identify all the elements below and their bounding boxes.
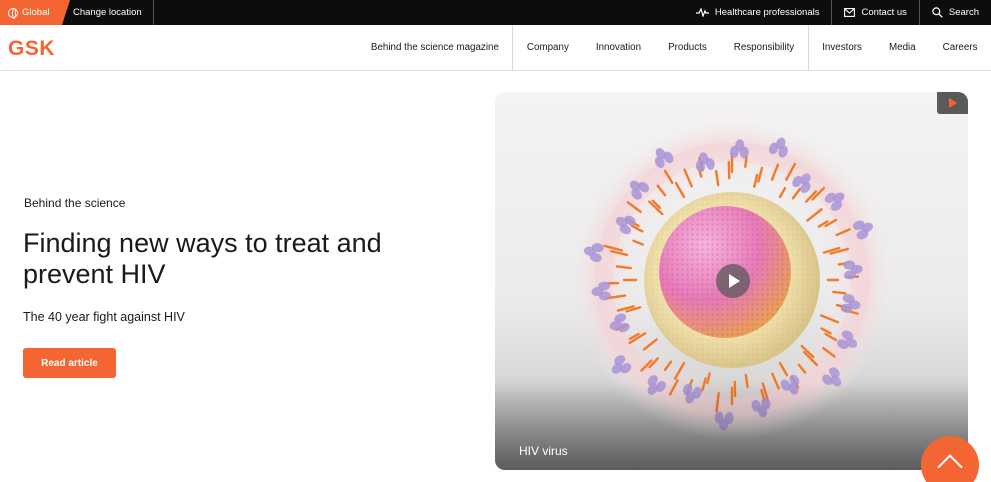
gsk-logo[interactable]: GSK xyxy=(8,37,55,61)
main-navigation: GSK Behind the science magazine Company … xyxy=(0,25,991,71)
utility-bar: Global Change location Healthcare profes… xyxy=(0,0,991,25)
nav-careers[interactable]: Careers xyxy=(929,25,991,70)
nav-investors[interactable]: Investors xyxy=(809,25,876,70)
hero-video[interactable]: HIV virus xyxy=(495,92,968,470)
scroll-to-top-button[interactable] xyxy=(921,436,979,482)
change-location-label: Change location xyxy=(73,7,142,18)
nav-innovation[interactable]: Innovation xyxy=(582,25,654,70)
hero-eyebrow: Behind the science xyxy=(24,196,126,210)
nav-links: Behind the science magazine Company Inno… xyxy=(357,25,991,70)
chevron-up-icon xyxy=(937,454,963,480)
hero-subtitle: The 40 year fight against HIV xyxy=(23,310,185,324)
healthcare-professionals-link[interactable]: Healthcare professionals xyxy=(684,0,832,25)
healthcare-professionals-label: Healthcare professionals xyxy=(714,7,820,18)
change-location-link[interactable]: Change location xyxy=(62,0,154,25)
globe-icon xyxy=(8,7,18,19)
contact-us-link[interactable]: Contact us xyxy=(831,0,918,25)
nav-company[interactable]: Company xyxy=(513,25,582,70)
global-label: Global xyxy=(22,7,50,18)
nav-products[interactable]: Products xyxy=(655,25,721,70)
search-link[interactable]: Search xyxy=(918,0,991,25)
global-region-button[interactable]: Global xyxy=(0,0,70,25)
contact-us-label: Contact us xyxy=(861,7,907,18)
utility-links: Healthcare professionals Contact us Sear… xyxy=(684,0,991,25)
play-button[interactable] xyxy=(716,264,750,298)
nav-responsibility[interactable]: Responsibility xyxy=(720,25,807,70)
nav-media[interactable]: Media xyxy=(875,25,929,70)
video-badge-icon xyxy=(937,92,968,114)
search-label: Search xyxy=(948,7,979,18)
read-article-button[interactable]: Read article xyxy=(23,348,116,378)
envelope-icon xyxy=(844,8,856,17)
play-icon xyxy=(729,274,740,288)
hero-title: Finding new ways to treat and prevent HI… xyxy=(23,228,382,289)
media-caption: HIV virus xyxy=(519,444,568,458)
search-icon xyxy=(932,7,943,18)
nav-behind-the-science[interactable]: Behind the science magazine xyxy=(357,25,512,70)
pulse-icon xyxy=(695,8,709,17)
